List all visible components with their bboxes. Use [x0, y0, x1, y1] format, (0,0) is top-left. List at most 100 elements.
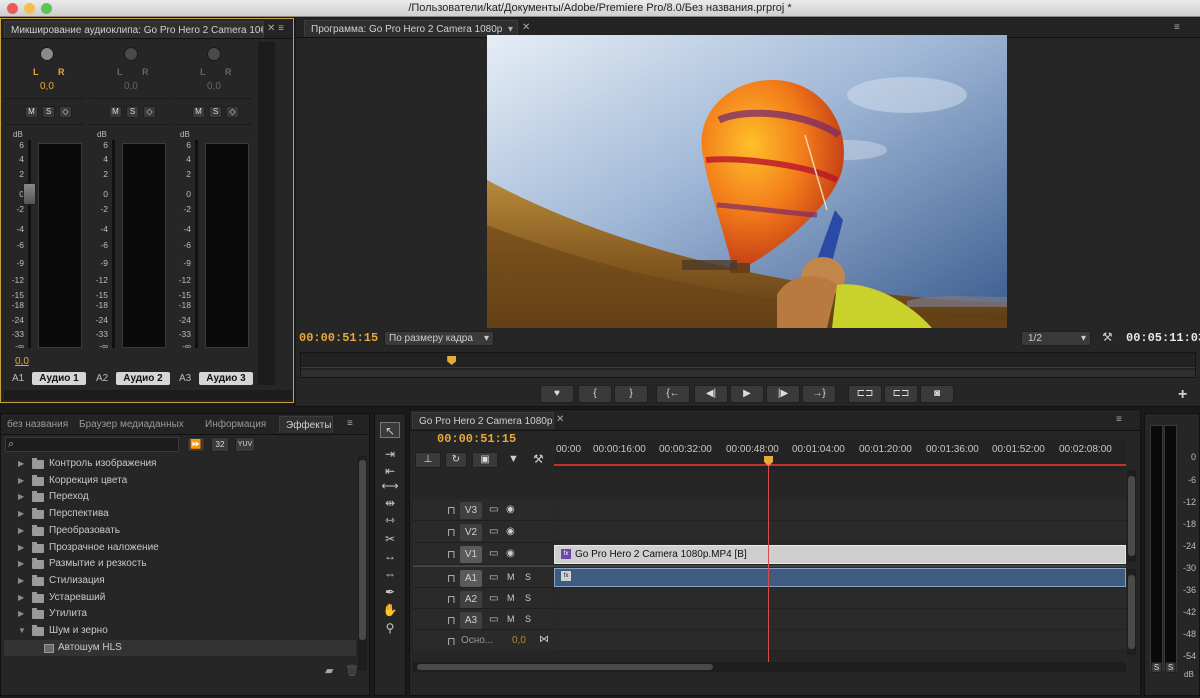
mixer-vscroll[interactable] — [258, 42, 275, 385]
tab-media-browser[interactable]: Браузер медиаданных — [73, 416, 189, 433]
vo-button[interactable]: ◇ — [143, 106, 156, 118]
pan-knob-icon[interactable] — [124, 47, 138, 61]
effects-folder-row[interactable]: ▶ Прозрачное наложение — [4, 540, 356, 557]
sync-lock-icon[interactable]: ▭ — [489, 548, 498, 559]
effects-folder-row[interactable]: ▶ Устаревший — [4, 590, 356, 607]
mute-button[interactable]: M — [109, 106, 122, 118]
solo-track-button[interactable]: S — [525, 614, 531, 624]
sync-lock-icon[interactable]: ▭ — [489, 572, 498, 583]
zoom-select[interactable]: По размеру кадра ▾ — [384, 331, 494, 346]
lock-icon[interactable]: ⊓ — [447, 635, 456, 648]
chevron-down-icon[interactable]: ▼ — [18, 623, 26, 640]
effects-scrollbar[interactable] — [358, 456, 367, 671]
tab-project[interactable]: без названия — [1, 416, 71, 433]
tab-sequence[interactable]: Go Pro Hero 2 Camera 1080p — [412, 412, 554, 429]
panel-menu-icon[interactable]: ≡ — [347, 418, 353, 429]
panel-menu-icon[interactable]: ✕ ≡ — [267, 23, 284, 34]
zoom-window-icon[interactable] — [41, 3, 52, 14]
sync-lock-icon[interactable]: ▭ — [489, 614, 498, 625]
panel-menu-icon[interactable]: ≡ — [1116, 414, 1122, 425]
track-select-tool-icon[interactable]: ⇥ — [380, 446, 400, 462]
mute-track-button[interactable]: M — [507, 593, 515, 603]
marker-button[interactable]: ♥ — [540, 385, 574, 403]
slip-tool-icon[interactable]: ↔ — [380, 548, 400, 564]
pan-value[interactable]: 0,0 — [207, 81, 221, 92]
lane-v2[interactable] — [554, 521, 1126, 543]
add-button[interactable]: + — [1178, 386, 1187, 404]
audio-clip[interactable]: fx — [554, 568, 1126, 587]
solo-button[interactable]: S — [209, 106, 222, 118]
sync-lock-icon[interactable]: ▭ — [489, 504, 498, 515]
chevron-right-icon[interactable]: ▶ — [18, 556, 24, 573]
selection-tool-icon[interactable]: ↖ — [380, 422, 400, 438]
timeline-settings-wrench-icon[interactable]: ⚒ — [533, 452, 544, 466]
pen-tool-icon[interactable]: ✒ — [380, 584, 400, 600]
out-point-button[interactable]: } — [614, 385, 648, 403]
go-to-next-keyframe-icon[interactable]: ⋈ — [539, 634, 549, 645]
32bit-effects-button[interactable]: 32 — [211, 437, 229, 452]
track-target-v1[interactable]: V1 — [460, 546, 482, 563]
scrollbar-thumb[interactable] — [1128, 476, 1135, 556]
track-target-a2[interactable]: A2 — [460, 591, 482, 608]
solo-button[interactable]: S — [126, 106, 139, 118]
effects-folder-row[interactable]: ▶ Переход — [4, 489, 356, 506]
program-video-frame[interactable] — [487, 35, 1007, 328]
tab-close-icon[interactable]: ✕ — [556, 414, 564, 425]
ripple-edit-tool-icon[interactable]: ⟷ — [380, 478, 400, 494]
track-target-a1[interactable]: A1 — [460, 570, 482, 587]
track-target-v2[interactable]: V2 — [460, 524, 482, 541]
chevron-right-icon[interactable]: ▶ — [18, 590, 24, 607]
master-track-volume[interactable]: 0,0 — [512, 635, 526, 646]
timeline-hscrollbar[interactable] — [413, 662, 1126, 672]
effects-folder-row[interactable]: ▶ Коррекция цвета — [4, 473, 356, 490]
vo-button[interactable]: ◇ — [226, 106, 239, 118]
lock-icon[interactable]: ⊓ — [447, 614, 456, 627]
chevron-right-icon[interactable]: ▶ — [18, 456, 24, 473]
video-clip[interactable]: fx Go Pro Hero 2 Camera 1080p.MP4 [B] — [554, 545, 1126, 564]
step-forward-button[interactable]: |▶ — [766, 385, 800, 403]
effects-folder-row[interactable]: ▶ Утилита — [4, 606, 356, 623]
tab-info[interactable]: Информация — [199, 416, 271, 433]
solo-left-button[interactable]: S — [1151, 662, 1162, 673]
chevron-right-icon[interactable]: ▶ — [18, 573, 24, 590]
effects-folder-row[interactable]: ▶ Контроль изображения — [4, 456, 356, 473]
effects-folder-row[interactable]: ▼ Шум и зерно — [4, 623, 356, 640]
fader-handle[interactable] — [23, 183, 36, 205]
solo-right-button[interactable]: S — [1165, 662, 1176, 673]
eye-icon[interactable]: ◉ — [506, 548, 515, 559]
effects-scrollbar-thumb[interactable] — [359, 460, 366, 640]
track-target-v3[interactable]: V3 — [460, 502, 482, 519]
export-frame-button[interactable]: ◙ — [920, 385, 954, 403]
track-target-a3[interactable]: A3 — [460, 612, 482, 629]
lane-a2[interactable] — [554, 588, 1126, 609]
solo-button[interactable]: S — [42, 106, 55, 118]
lock-icon[interactable]: ⊓ — [447, 504, 456, 517]
minimize-window-icon[interactable] — [24, 3, 35, 14]
delete-icon[interactable]: 🗑 — [345, 664, 359, 677]
timeline-current-time[interactable]: 00:00:51:15 — [437, 432, 516, 446]
tab-audio-clip-mixer[interactable]: Микширование аудиоклипа: Go Pro Hero 2 C… — [4, 21, 264, 38]
video-audio-divider[interactable] — [413, 565, 1126, 567]
effects-folder-row[interactable]: ▶ Стилизация — [4, 573, 356, 590]
tab-close-icon[interactable]: ✕ — [522, 22, 530, 33]
lane-a3[interactable] — [554, 609, 1126, 630]
resolution-select[interactable]: 1/2 ▾ — [1021, 331, 1091, 346]
lane-master[interactable] — [554, 630, 1126, 651]
add-marker-button[interactable]: ▣ — [472, 452, 498, 468]
video-tracks-scrollbar[interactable] — [1127, 470, 1136, 562]
panel-menu-icon[interactable]: ≡ — [1174, 22, 1180, 33]
channel-name-button[interactable]: Аудио 1 — [32, 372, 86, 385]
lock-icon[interactable]: ⊓ — [447, 593, 456, 606]
chevron-right-icon[interactable]: ▶ — [18, 523, 24, 540]
scrubber-zoom-bar[interactable] — [301, 370, 1195, 377]
solo-track-button[interactable]: S — [525, 572, 531, 582]
effect-item-row[interactable]: Автошум HLS — [4, 639, 356, 657]
tab-program[interactable]: Программа: Go Pro Hero 2 Camera 1080p ▾ — [304, 20, 518, 37]
hscrollbar-thumb[interactable] — [417, 664, 713, 670]
tab-effects[interactable]: Эффекты — [279, 416, 333, 433]
eye-icon[interactable]: ◉ — [506, 526, 515, 537]
rate-stretch-tool-icon[interactable]: ⇿ — [380, 512, 400, 528]
scrollbar-thumb[interactable] — [1128, 575, 1135, 649]
chevron-right-icon[interactable]: ▶ — [18, 540, 24, 557]
slide-tool-icon[interactable]: ⇔ — [380, 566, 400, 582]
